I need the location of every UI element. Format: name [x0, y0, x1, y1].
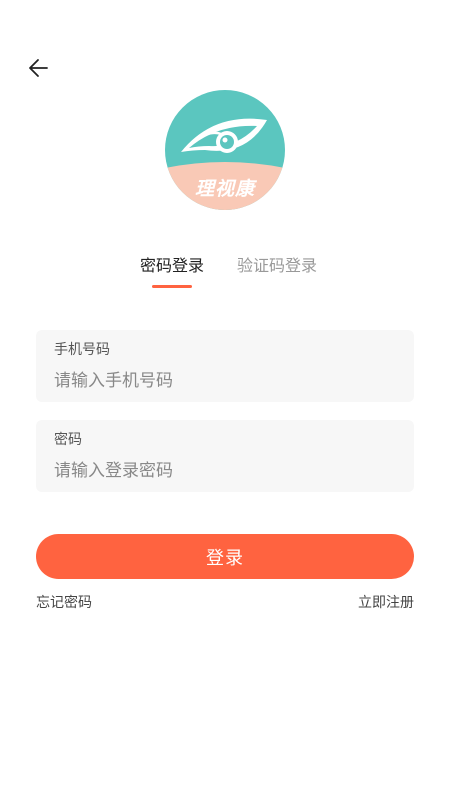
register-link[interactable]: 立即注册 — [358, 593, 414, 613]
tab-code-login[interactable]: 验证码登录 — [237, 255, 317, 277]
active-tab-indicator — [152, 285, 192, 288]
login-button[interactable]: 登录 — [36, 534, 414, 579]
back-button[interactable] — [24, 56, 52, 80]
logo-text: 理视康 — [194, 178, 255, 200]
phone-field-label: 手机号码 — [54, 342, 110, 358]
forgot-password-link[interactable]: 忘记密码 — [36, 593, 92, 613]
password-input[interactable] — [54, 458, 394, 484]
phone-input[interactable] — [54, 368, 394, 394]
phone-field: 手机号码 — [36, 330, 414, 402]
app-logo: 理视康 — [165, 90, 285, 210]
login-tabs: 密码登录 验证码登录 — [0, 255, 450, 291]
password-field-label: 密码 — [54, 432, 82, 448]
tab-password-login[interactable]: 密码登录 — [140, 255, 204, 277]
back-arrow-icon — [29, 59, 48, 77]
password-field: 密码 — [36, 420, 414, 492]
